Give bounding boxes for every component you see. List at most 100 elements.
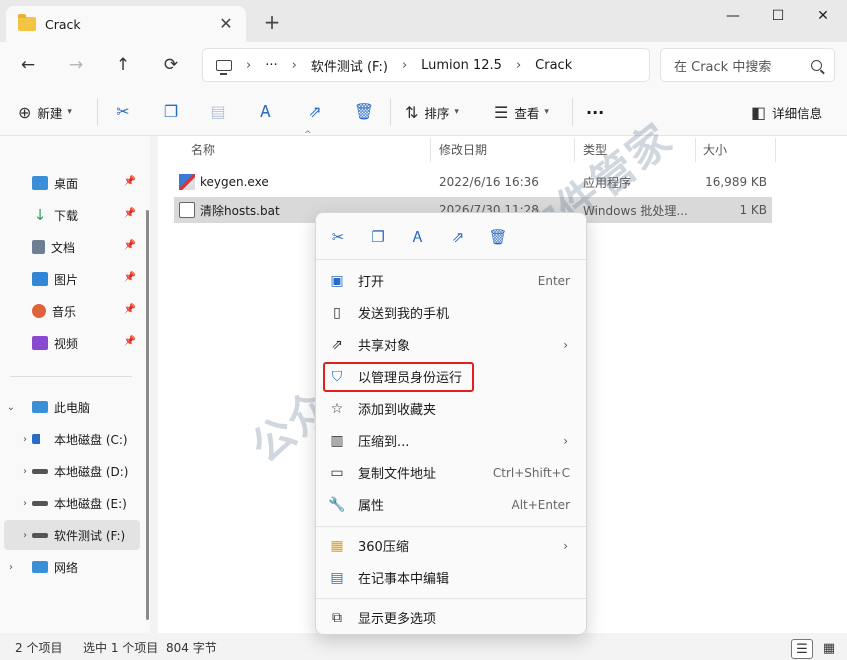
address-bar[interactable]: › ··· › 软件测试 (F:) › Lumion 12.5 › Crack — [202, 48, 650, 82]
plus-circle-icon: ⊕ — [18, 102, 32, 122]
exe-icon — [179, 174, 195, 190]
maximize-button[interactable]: ☐ — [755, 0, 801, 32]
sidebar-item-drive-c[interactable]: › 本地磁盘 (C:) — [4, 424, 140, 454]
sidebar-item-drive-e[interactable]: › 本地磁盘 (E:) — [4, 488, 140, 518]
details-label: 详细信息 — [772, 105, 823, 121]
file-date: 2022/6/16 16:36 — [439, 175, 539, 189]
close-window-button[interactable]: ✕ — [800, 0, 846, 32]
close-tab-icon[interactable]: ✕ — [216, 14, 236, 33]
column-header-type[interactable]: 类型 — [583, 136, 607, 164]
tiles-view-icon[interactable]: ▦ — [818, 639, 840, 659]
chevron-right-icon[interactable]: › — [18, 466, 32, 477]
menu-item-send-to-phone[interactable]: ▯ 发送到我的手机 — [320, 297, 582, 328]
delete-icon[interactable]: 🗑 — [486, 225, 510, 249]
breadcrumb-separator: › — [246, 57, 252, 73]
share-icon: ⇗ — [331, 336, 343, 353]
download-icon: ↓ — [33, 206, 47, 224]
column-header-date[interactable]: 修改日期 — [439, 136, 487, 164]
paste-icon[interactable]: ▤ — [206, 100, 230, 124]
column-separator[interactable] — [430, 138, 431, 162]
sidebar-scrollbar[interactable] — [146, 210, 149, 620]
sidebar-item-drive-f[interactable]: › 软件测试 (F:) — [4, 520, 140, 550]
menu-item-label: 属性 — [358, 499, 385, 514]
forward-button[interactable]: → — [63, 53, 89, 77]
rename-icon[interactable]: Ꭺ — [254, 100, 278, 124]
cut-icon[interactable]: ✂ — [326, 225, 350, 249]
column-separator[interactable] — [695, 138, 696, 162]
menu-item-label: 添加到收藏夹 — [358, 403, 437, 418]
sidebar-item-documents[interactable]: 文档 📌 — [4, 232, 140, 262]
details-pane-icon: ◧ — [751, 102, 767, 122]
chevron-right-icon[interactable]: › — [4, 562, 18, 573]
sidebar-item-downloads[interactable]: ↓ 下载 📌 — [4, 200, 140, 230]
pin-icon: 📌 — [123, 272, 136, 283]
column-header-size[interactable]: 大小 — [703, 136, 727, 164]
file-row-keygen[interactable]: keygen.exe 2022/6/16 16:36 应用程序 16,989 K… — [174, 169, 772, 195]
details-button[interactable]: ◧ 详细信息 — [751, 100, 822, 124]
delete-icon[interactable]: 🗑 — [352, 100, 376, 124]
new-button[interactable]: ⊕ 新建 ▾ — [18, 100, 72, 124]
rename-icon[interactable]: Ꭺ — [406, 225, 430, 249]
column-separator[interactable] — [574, 138, 575, 162]
address-row: ← → ↑ ⟳ › ··· › 软件测试 (F:) › Lumion 12.5 … — [0, 42, 847, 88]
sidebar-item-desktop[interactable]: 桌面 📌 — [4, 168, 140, 198]
share-icon[interactable]: ⇗ — [446, 225, 470, 249]
tab-crack[interactable]: Crack ✕ — [6, 6, 246, 42]
sidebar-item-label: 文档 — [51, 240, 76, 255]
chevron-right-icon[interactable]: › — [18, 530, 32, 541]
sidebar-item-label: 此电脑 — [54, 400, 91, 415]
menu-item-more-options[interactable]: ⧉ 显示更多选项 — [320, 602, 582, 633]
sidebar-item-network[interactable]: › 网络 — [4, 552, 140, 582]
column-separator[interactable] — [775, 138, 776, 162]
sidebar-item-pictures[interactable]: 图片 📌 — [4, 264, 140, 294]
menu-item-360-compress[interactable]: ▦ 360压缩 › — [320, 530, 582, 561]
chevron-down-icon[interactable]: ⌄ — [4, 402, 18, 413]
new-tab-button[interactable]: + — [260, 10, 284, 34]
star-icon: ☆ — [330, 400, 344, 417]
chevron-right-icon: › — [563, 433, 568, 448]
breadcrumb-drive[interactable]: 软件测试 (F:) — [311, 56, 388, 75]
menu-item-add-favorites[interactable]: ☆ 添加到收藏夹 — [320, 393, 582, 424]
cut-icon[interactable]: ✂ — [111, 100, 135, 124]
breadcrumb-more[interactable]: ··· — [265, 58, 277, 73]
menu-item-share[interactable]: ⇗ 共享对象 › — [320, 329, 582, 360]
network-icon — [32, 561, 48, 573]
chevron-right-icon[interactable]: › — [18, 434, 32, 445]
sidebar-item-videos[interactable]: 视频 📌 — [4, 328, 140, 358]
menu-item-copy-path[interactable]: ▭ 复制文件地址 Ctrl+Shift+C — [320, 457, 582, 488]
sidebar-item-this-pc[interactable]: ⌄ 此电脑 — [4, 392, 140, 422]
menu-item-shortcut: Enter — [537, 273, 570, 288]
drive-icon — [32, 500, 48, 506]
context-menu: ✂ ❐ Ꭺ ⇗ 🗑 ▣ 打开 Enter ▯ 发送到我的手机 ⇗ 共享对象 › … — [315, 212, 587, 635]
sidebar-item-music[interactable]: 音乐 📌 — [4, 296, 140, 326]
breadcrumb-crack[interactable]: Crack — [535, 58, 572, 73]
sort-button[interactable]: ⇅ 排序 ▾ — [405, 100, 459, 124]
menu-item-open[interactable]: ▣ 打开 Enter — [320, 265, 582, 296]
details-view-icon[interactable]: ☰ — [791, 639, 813, 659]
menu-item-properties[interactable]: 🔧 属性 Alt+Enter — [320, 489, 582, 520]
menu-item-label: 发送到我的手机 — [358, 307, 450, 322]
open-icon: ▣ — [330, 272, 344, 289]
menu-item-compress-to[interactable]: ▥ 压缩到... › — [320, 425, 582, 456]
sidebar-item-label: 网络 — [54, 560, 79, 575]
view-button[interactable]: ☰ 查看 ▾ — [494, 100, 549, 124]
share-icon[interactable]: ⇗ — [303, 100, 327, 124]
divider — [390, 98, 391, 126]
sort-icon: ⇅ — [405, 102, 419, 122]
search-box[interactable]: 在 Crack 中搜索 — [660, 48, 835, 82]
search-icon — [811, 59, 822, 71]
column-header-name[interactable]: 名称 — [191, 136, 215, 164]
refresh-button[interactable]: ⟳ — [158, 53, 184, 77]
chevron-right-icon[interactable]: › — [18, 498, 32, 509]
divider — [572, 98, 573, 126]
up-button[interactable]: ↑ — [110, 53, 136, 77]
copy-icon[interactable]: ❐ — [366, 225, 390, 249]
copy-icon[interactable]: ❐ — [159, 100, 183, 124]
menu-item-shortcut: Alt+Enter — [511, 497, 570, 512]
breadcrumb-lumion[interactable]: Lumion 12.5 — [421, 58, 502, 73]
more-options-button[interactable]: ··· — [586, 100, 604, 124]
minimize-button[interactable]: — — [710, 0, 756, 32]
back-button[interactable]: ← — [15, 53, 41, 77]
menu-item-edit-notepad[interactable]: ▤ 在记事本中编辑 — [320, 562, 582, 593]
sidebar-item-drive-d[interactable]: › 本地磁盘 (D:) — [4, 456, 140, 486]
